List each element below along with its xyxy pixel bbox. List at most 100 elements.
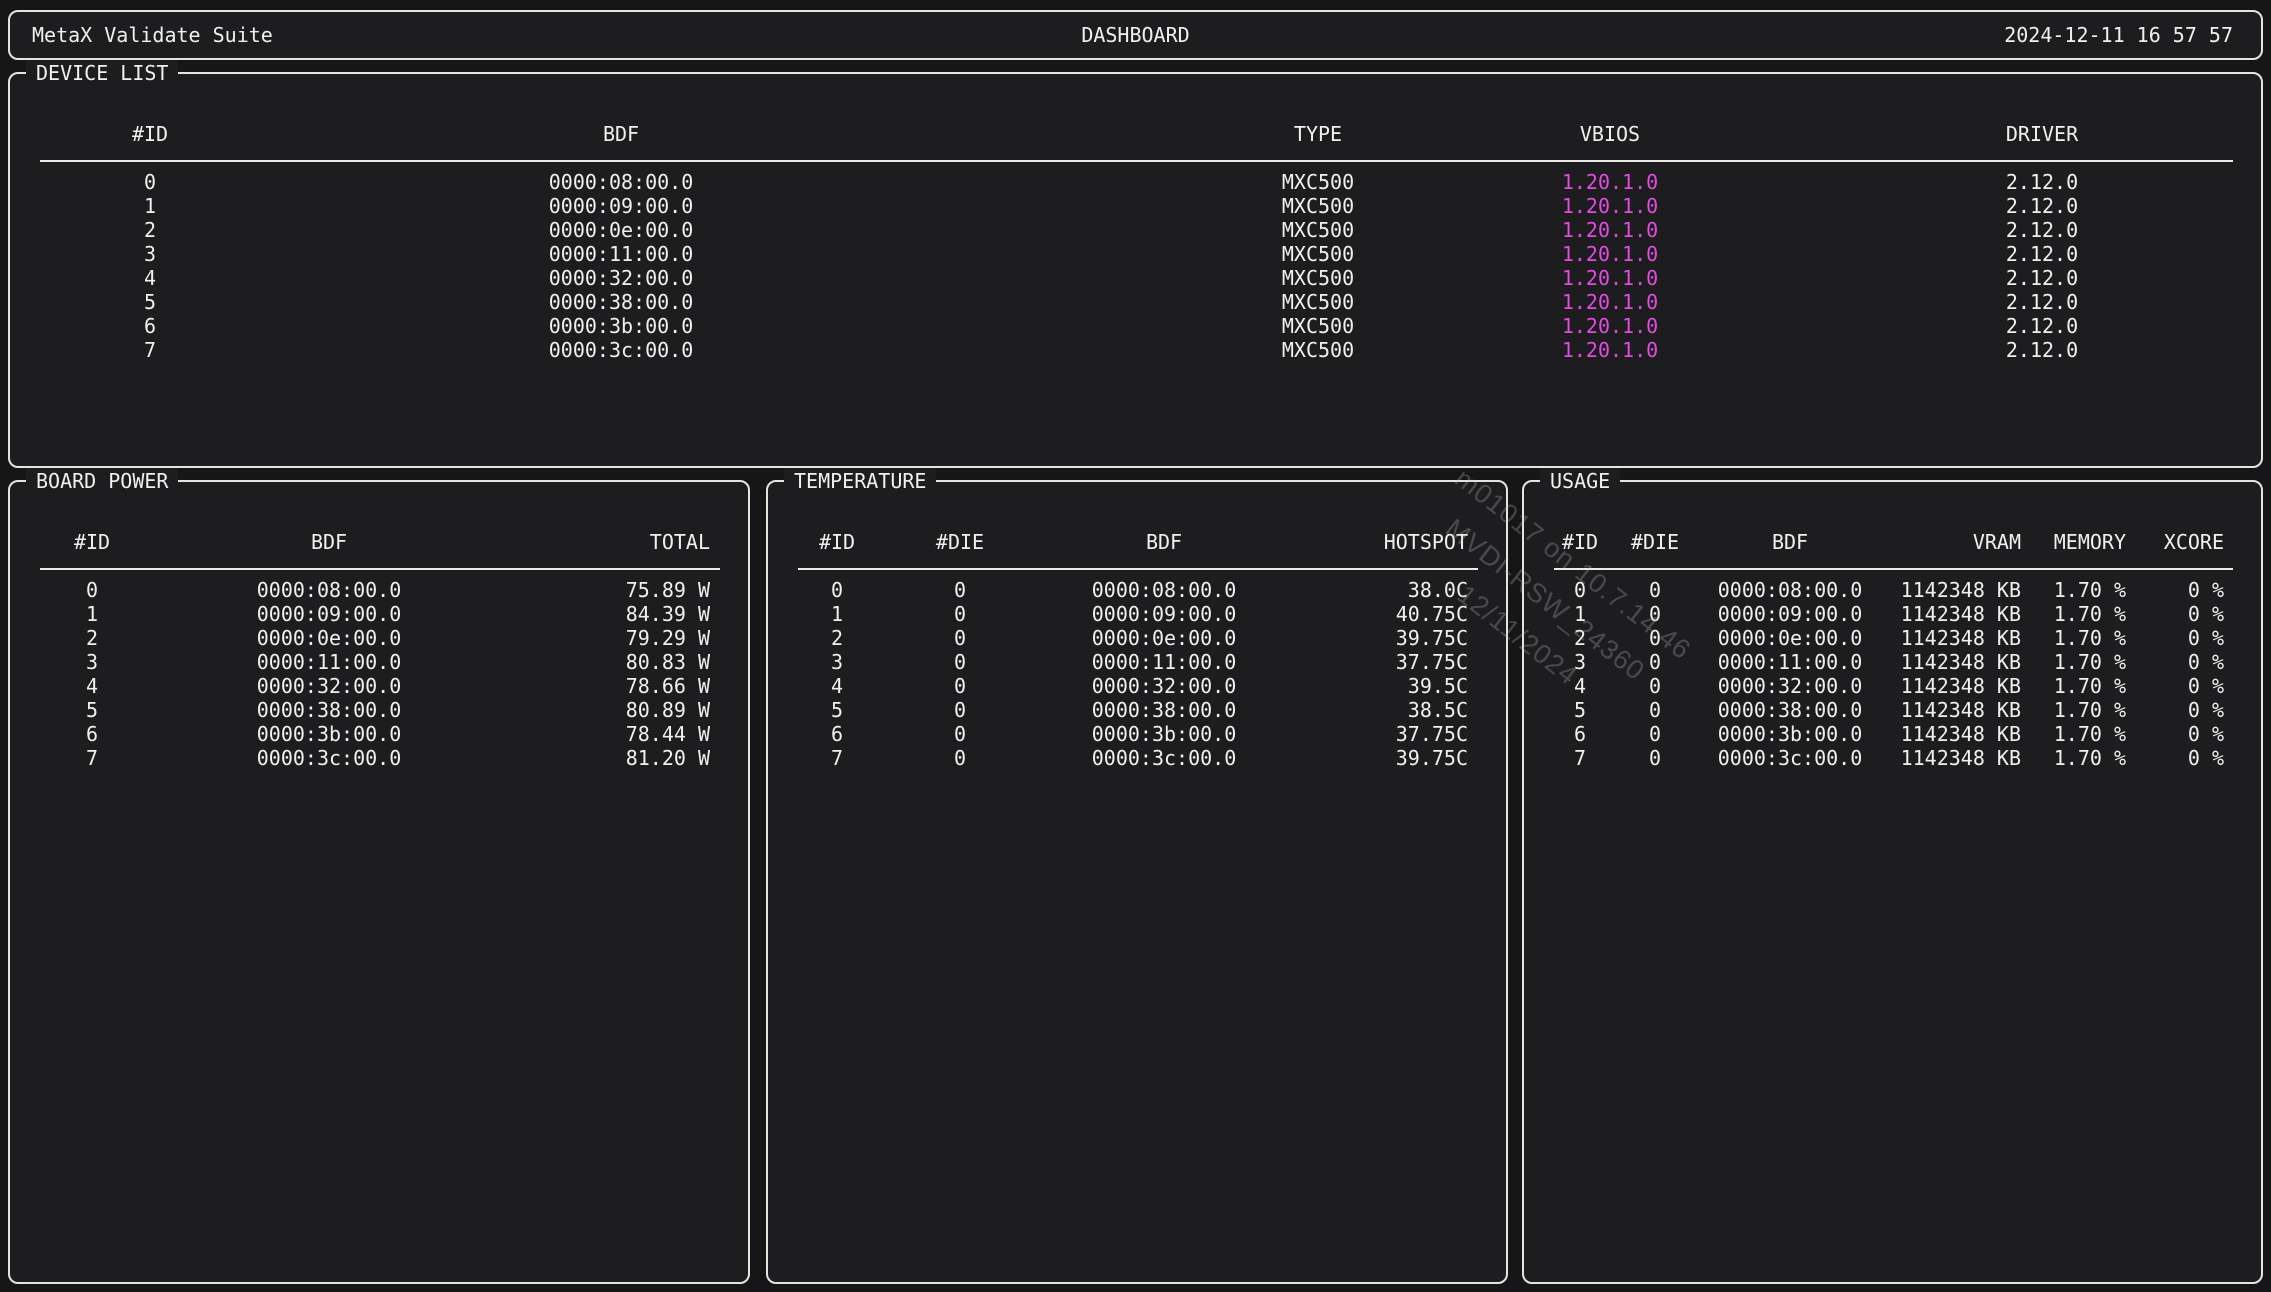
table-cell: 0 <box>1649 602 1661 626</box>
table-cell: 7 <box>144 338 156 362</box>
header-separator <box>1554 568 2233 570</box>
column-header: #ID <box>132 122 168 146</box>
table-row[interactable]: 100000:09:00.01142348 KB1.70 %0 % <box>1524 602 2261 626</box>
table-cell: 0000:08:00.0 <box>549 170 694 194</box>
table-cell: 0000:09:00.0 <box>549 194 694 218</box>
table-cell: 6 <box>86 722 98 746</box>
table-cell: 1142348 KB <box>1901 722 2021 746</box>
table-cell: 2 <box>86 626 98 650</box>
table-row[interactable]: 200000:0e:00.01142348 KB1.70 %0 % <box>1524 626 2261 650</box>
column-header: HOTSPOT <box>1384 530 1468 554</box>
table-cell: 3 <box>831 650 843 674</box>
table-cell: 1.20.1.0 <box>1562 290 1658 314</box>
table-cell: 84.39 W <box>626 602 710 626</box>
table-row[interactable]: 700000:3c:00.039.75C <box>768 746 1506 770</box>
table-row[interactable]: 00000:08:00.0MXC5001.20.1.02.12.0 <box>10 170 2261 194</box>
table-row[interactable]: 000000:08:00.038.0C <box>768 578 1506 602</box>
table-cell: 2.12.0 <box>2006 290 2078 314</box>
clock: 2024-12-11 16 57 57 <box>2004 23 2233 47</box>
table-row[interactable]: 500000:38:00.038.5C <box>768 698 1506 722</box>
table-cell: 3 <box>1574 650 1586 674</box>
table-cell: 39.75C <box>1396 746 1468 770</box>
nav-dashboard: DASHBOARD <box>10 23 2261 47</box>
table-cell: 2.12.0 <box>2006 242 2078 266</box>
table-cell: MXC500 <box>1282 266 1354 290</box>
table-row[interactable]: 600000:3b:00.037.75C <box>768 722 1506 746</box>
table-cell: 2.12.0 <box>2006 194 2078 218</box>
table-cell: 3 <box>144 242 156 266</box>
table-cell: 1142348 KB <box>1901 698 2021 722</box>
table-row[interactable]: 10000:09:00.084.39 W <box>10 602 748 626</box>
table-row[interactable]: 40000:32:00.0MXC5001.20.1.02.12.0 <box>10 266 2261 290</box>
column-header: BDF <box>603 122 639 146</box>
table-header-row: #ID#DIEBDFVRAMMEMORYXCORE <box>1524 530 2261 554</box>
table-cell: 1 <box>1574 602 1586 626</box>
table-row[interactable]: 400000:32:00.01142348 KB1.70 %0 % <box>1524 674 2261 698</box>
table-row[interactable]: 200000:0e:00.039.75C <box>768 626 1506 650</box>
table-cell: 5 <box>831 698 843 722</box>
table-row[interactable]: 500000:38:00.01142348 KB1.70 %0 % <box>1524 698 2261 722</box>
table-row[interactable]: 20000:0e:00.0MXC5001.20.1.02.12.0 <box>10 218 2261 242</box>
table-row[interactable]: 60000:3b:00.078.44 W <box>10 722 748 746</box>
table-cell: 1.70 % <box>2054 722 2126 746</box>
table-cell: MXC500 <box>1282 314 1354 338</box>
table-cell: 0 <box>954 746 966 770</box>
table-row[interactable]: 100000:09:00.040.75C <box>768 602 1506 626</box>
table-cell: MXC500 <box>1282 170 1354 194</box>
table-cell: 0 <box>1649 674 1661 698</box>
table-cell: 1 <box>831 602 843 626</box>
table-cell: 0 % <box>2188 650 2224 674</box>
table-cell: 0000:09:00.0 <box>1718 602 1863 626</box>
table-row[interactable]: 20000:0e:00.079.29 W <box>10 626 748 650</box>
table-cell: 6 <box>831 722 843 746</box>
table-row[interactable]: 10000:09:00.0MXC5001.20.1.02.12.0 <box>10 194 2261 218</box>
table-row[interactable]: 30000:11:00.080.83 W <box>10 650 748 674</box>
table-row[interactable]: 700000:3c:00.01142348 KB1.70 %0 % <box>1524 746 2261 770</box>
table-cell: 0000:0e:00.0 <box>1718 626 1863 650</box>
table-cell: 0000:38:00.0 <box>549 290 694 314</box>
table-row[interactable]: 300000:11:00.01142348 KB1.70 %0 % <box>1524 650 2261 674</box>
table-cell: 0000:08:00.0 <box>1718 578 1863 602</box>
table-row[interactable]: 600000:3b:00.01142348 KB1.70 %0 % <box>1524 722 2261 746</box>
header-separator <box>40 160 2233 162</box>
column-header: #ID <box>74 530 110 554</box>
table-cell: 78.66 W <box>626 674 710 698</box>
column-header: VRAM <box>1973 530 2021 554</box>
table-cell: 2.12.0 <box>2006 314 2078 338</box>
table-cell: 0000:32:00.0 <box>1092 674 1237 698</box>
table-cell: 38.5C <box>1408 698 1468 722</box>
table-cell: 0 <box>1649 722 1661 746</box>
table-cell: 2.12.0 <box>2006 338 2078 362</box>
table-row[interactable]: 30000:11:00.0MXC5001.20.1.02.12.0 <box>10 242 2261 266</box>
table-row[interactable]: 000000:08:00.01142348 KB1.70 %0 % <box>1524 578 2261 602</box>
table-row[interactable]: 50000:38:00.080.89 W <box>10 698 748 722</box>
table-cell: 1142348 KB <box>1901 578 2021 602</box>
table-row[interactable]: 300000:11:00.037.75C <box>768 650 1506 674</box>
table-cell: 0 <box>1649 698 1661 722</box>
table-row[interactable]: 60000:3b:00.0MXC5001.20.1.02.12.0 <box>10 314 2261 338</box>
column-header: #ID <box>819 530 855 554</box>
table-cell: 0000:3c:00.0 <box>257 746 402 770</box>
column-header: TYPE <box>1294 122 1342 146</box>
table-cell: 0000:38:00.0 <box>257 698 402 722</box>
table-row[interactable]: 70000:3c:00.081.20 W <box>10 746 748 770</box>
table-cell: 5 <box>144 290 156 314</box>
table-cell: 1.70 % <box>2054 626 2126 650</box>
table-cell: 0 % <box>2188 626 2224 650</box>
table-cell: 0000:32:00.0 <box>549 266 694 290</box>
table-cell: 1.20.1.0 <box>1562 218 1658 242</box>
header-separator <box>40 568 720 570</box>
table-row[interactable]: 50000:38:00.0MXC5001.20.1.02.12.0 <box>10 290 2261 314</box>
table-cell: 37.75C <box>1396 722 1468 746</box>
table-row[interactable]: 00000:08:00.075.89 W <box>10 578 748 602</box>
column-header: VBIOS <box>1580 122 1640 146</box>
table-row[interactable]: 40000:32:00.078.66 W <box>10 674 748 698</box>
table-row[interactable]: 70000:3c:00.0MXC5001.20.1.02.12.0 <box>10 338 2261 362</box>
table-cell: 2 <box>144 218 156 242</box>
column-header: XCORE <box>2164 530 2224 554</box>
table-row[interactable]: 400000:32:00.039.5C <box>768 674 1506 698</box>
table-cell: 0000:0e:00.0 <box>1092 626 1237 650</box>
table-cell: 0 <box>1574 578 1586 602</box>
table-cell: 2.12.0 <box>2006 218 2078 242</box>
table-cell: 81.20 W <box>626 746 710 770</box>
